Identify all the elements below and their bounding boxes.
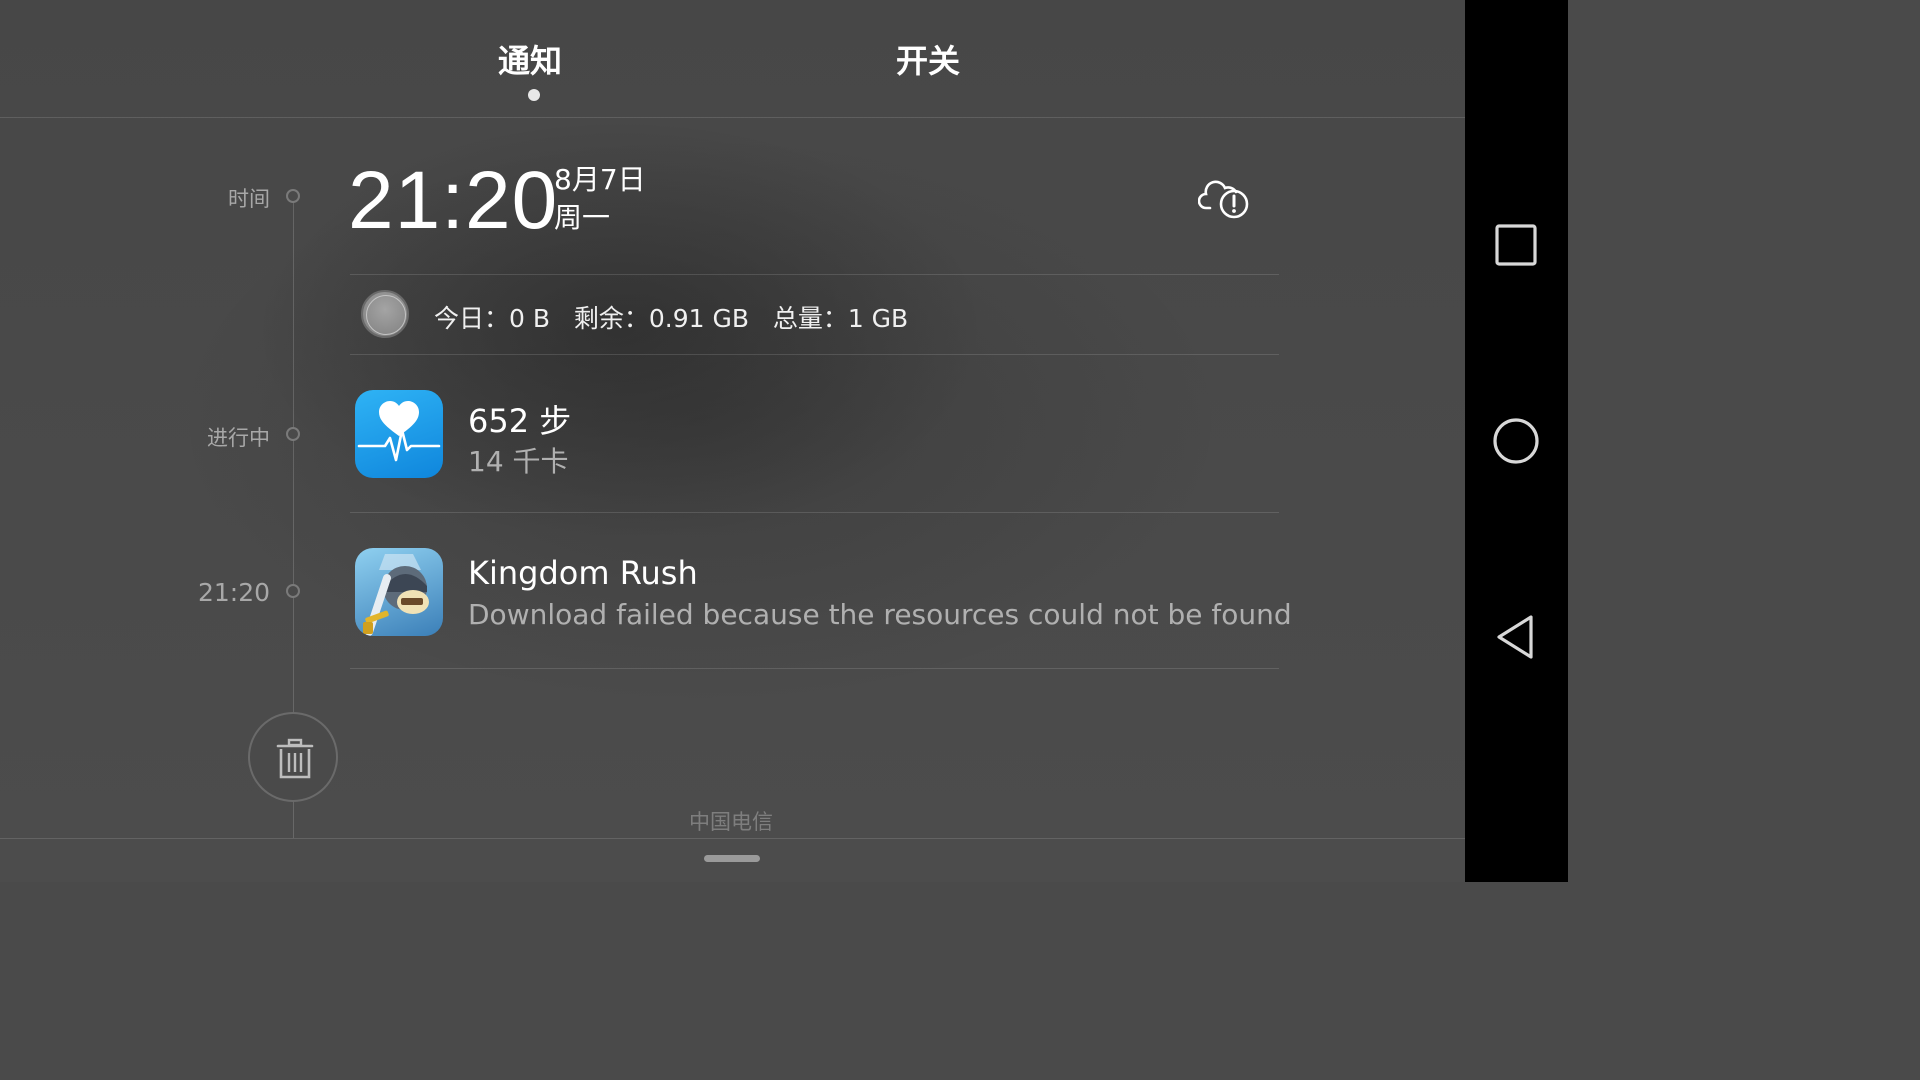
home-icon[interactable] [1491, 416, 1541, 466]
drag-handle[interactable] [704, 855, 760, 862]
tab-notifications[interactable]: 通知 [498, 36, 562, 82]
back-icon[interactable] [1491, 612, 1541, 662]
health-heart-icon[interactable] [355, 390, 443, 478]
kingdom-rush-icon[interactable] [355, 548, 443, 636]
clock-time: 21:20 [348, 155, 559, 246]
carrier-label: 中国电信 [689, 810, 773, 834]
notification-title[interactable]: Kingdom Rush [468, 554, 698, 592]
divider [350, 668, 1279, 669]
clear-all-button[interactable] [248, 712, 338, 802]
divider [350, 354, 1279, 355]
timeline-dot [286, 584, 300, 598]
active-tab-indicator [528, 89, 540, 101]
tab-switches[interactable]: 开关 [896, 36, 960, 82]
header-divider [0, 117, 1465, 118]
data-usage-icon[interactable] [361, 290, 409, 338]
notification-subtitle: 14 千卡 [468, 445, 569, 478]
timeline-dot [286, 427, 300, 441]
weekday-text: 周一 [554, 201, 611, 234]
divider [350, 512, 1279, 513]
notification-subtitle: Download failed because the resources co… [468, 598, 1292, 631]
trash-icon [276, 738, 314, 779]
clock-date: 8月7日 周一 [554, 161, 646, 237]
divider [350, 274, 1279, 275]
timeline-label-notif-time: 21:20 [197, 578, 270, 607]
recent-apps-icon[interactable] [1491, 220, 1541, 270]
date-text: 8月7日 [554, 163, 646, 196]
timeline-dot [286, 189, 300, 203]
notification-title[interactable]: 652 步 [468, 396, 571, 442]
footer-divider [0, 838, 1465, 839]
cloud-alert-icon[interactable] [1198, 176, 1252, 220]
data-usage-text: 今日：0 B 剩余：0.91 GB 总量：1 GB [434, 304, 909, 333]
timeline-label-ongoing: 进行中 [207, 426, 270, 450]
navigation-bar [1465, 0, 1568, 882]
timeline-label-time: 时间 [228, 187, 270, 211]
